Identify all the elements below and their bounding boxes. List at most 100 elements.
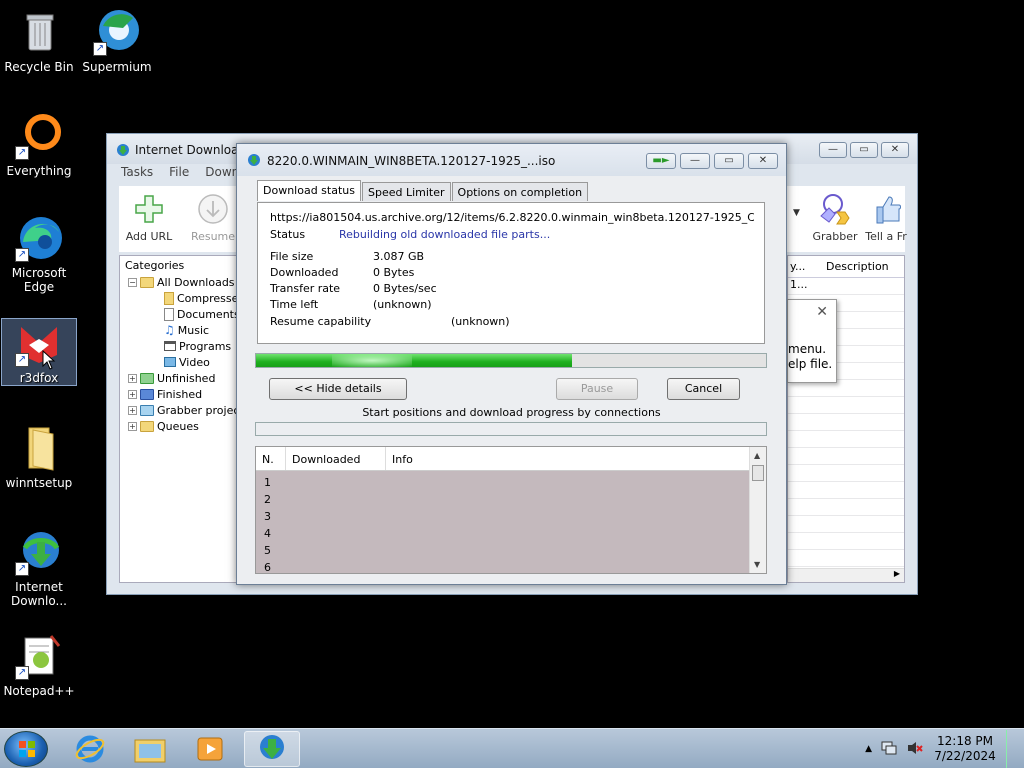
start-button[interactable] xyxy=(4,731,48,767)
maximize-button[interactable]: ▭ xyxy=(714,153,744,169)
file-size-label: File size xyxy=(270,250,314,263)
list-cell: 1... xyxy=(790,278,808,291)
desktop-icon-label: winntsetup xyxy=(5,476,73,490)
cancel-button[interactable]: Cancel xyxy=(667,378,740,400)
recycle-bin-icon xyxy=(15,8,63,56)
taskbar-file-explorer[interactable] xyxy=(122,731,178,767)
resume-button[interactable]: Resume xyxy=(183,192,243,243)
tree-item-label: Finished xyxy=(157,387,203,401)
download-arrow-icon xyxy=(183,192,243,226)
scroll-up-icon[interactable]: ▲ xyxy=(754,451,760,460)
tab-download-status[interactable]: Download status xyxy=(257,180,361,201)
arrow-right-icon: ▬► xyxy=(652,155,670,166)
column-header-info[interactable]: Info xyxy=(386,447,756,470)
shortcut-arrow-icon: ↗ xyxy=(15,666,29,680)
pause-button[interactable]: Pause xyxy=(556,378,638,400)
zip-icon xyxy=(164,291,174,305)
dropdown-arrow-icon[interactable]: ▼ xyxy=(793,208,800,218)
desktop-icon-internet-download-manager[interactable]: ↗ Internet Downlo... xyxy=(1,528,77,608)
show-desktop-button[interactable] xyxy=(1006,730,1018,768)
minimize-button[interactable]: — xyxy=(680,153,710,169)
send-to-tray-button[interactable]: ▬► xyxy=(646,153,676,169)
close-button[interactable]: ✕ xyxy=(748,153,778,169)
tree-item-music[interactable]: ♫ Music xyxy=(164,322,209,338)
idm-icon xyxy=(116,143,130,160)
tell-a-friend-label: Tell a Fr xyxy=(865,230,907,243)
tree-item-grabber-projects[interactable]: + Grabber projec xyxy=(128,402,239,418)
downloads-list-header: y... Description xyxy=(788,256,904,278)
expand-icon[interactable]: + xyxy=(128,405,137,415)
desktop-icon-microsoft-edge[interactable]: ↗ Microsoft Edge xyxy=(1,214,77,294)
taskbar-internet-download-manager[interactable] xyxy=(244,731,300,767)
menu-file[interactable]: File xyxy=(169,165,189,179)
column-header-number[interactable]: N. xyxy=(256,447,286,470)
tree-item-programs[interactable]: Programs xyxy=(164,338,231,354)
tree-item-documents[interactable]: Documents xyxy=(164,306,240,322)
progress-glow xyxy=(332,354,413,367)
tree-item-finished[interactable]: + Finished xyxy=(128,386,202,402)
connections-table[interactable]: N. Downloaded Info 1 2 3 4 5 6 ▲ ▼ xyxy=(255,446,767,574)
program-window-icon xyxy=(164,341,176,351)
scroll-down-icon[interactable]: ▼ xyxy=(754,560,760,569)
table-row[interactable]: 5 xyxy=(264,544,271,557)
close-icon[interactable]: ✕ xyxy=(816,304,828,320)
download-progress-dialog[interactable]: 8220.0.WINMAIN_WIN8BETA.120127-1925_...i… xyxy=(236,143,787,585)
download-url: https://ia801504.us.archive.org/12/items… xyxy=(270,211,754,224)
taskbar-clock[interactable]: 12:18 PM 7/22/2024 xyxy=(932,734,998,764)
network-icon[interactable] xyxy=(880,740,898,759)
show-hidden-icons-icon[interactable]: ▲ xyxy=(865,744,872,754)
horizontal-scrollbar[interactable]: ▶ xyxy=(788,568,904,582)
windows-logo-icon xyxy=(19,741,35,757)
close-button[interactable]: ✕ xyxy=(881,142,909,158)
desktop-icon-supermium[interactable]: ↗ Supermium xyxy=(79,8,155,74)
download-status-panel: https://ia801504.us.archive.org/12/items… xyxy=(257,202,765,344)
tell-a-friend-button[interactable]: Tell a Fr xyxy=(865,192,907,243)
volume-muted-icon[interactable] xyxy=(906,740,924,759)
folder-open-icon xyxy=(140,276,154,288)
expand-icon[interactable]: + xyxy=(128,373,137,383)
tree-item-video[interactable]: Video xyxy=(164,354,210,370)
menu-tasks[interactable]: Tasks xyxy=(121,165,153,179)
desktop-icon-everything[interactable]: ↗ Everything xyxy=(1,112,77,178)
desktop-icon-r3dfox[interactable]: ↗ r3dfox xyxy=(1,318,77,386)
expand-icon[interactable]: + xyxy=(128,421,137,431)
table-row[interactable]: 3 xyxy=(264,510,271,523)
tree-item-all-downloads[interactable]: − All Downloads xyxy=(128,274,235,290)
tree-item-compressed[interactable]: Compresse xyxy=(164,290,238,306)
scrollbar-thumb[interactable] xyxy=(752,465,764,481)
minimize-button[interactable]: — xyxy=(819,142,847,158)
supermium-icon: ↗ xyxy=(93,8,141,56)
taskbar-media-player[interactable] xyxy=(182,731,238,767)
desktop-icon-recycle-bin[interactable]: Recycle Bin xyxy=(1,8,77,74)
tab-options-on-completion[interactable]: Options on completion xyxy=(451,182,589,201)
column-header-description[interactable]: Description xyxy=(820,256,895,277)
table-row[interactable]: 6 xyxy=(264,561,271,573)
hide-details-button[interactable]: << Hide details xyxy=(269,378,407,400)
tab-speed-limiter[interactable]: Speed Limiter xyxy=(361,182,451,201)
tree-item-label: Video xyxy=(179,355,210,369)
vertical-scrollbar[interactable]: ▲ ▼ xyxy=(749,447,766,573)
table-row[interactable]: 2 xyxy=(264,493,271,506)
scroll-right-icon[interactable]: ▶ xyxy=(894,569,900,578)
maximize-button[interactable]: ▭ xyxy=(850,142,878,158)
thumbs-up-icon xyxy=(865,192,907,226)
desktop-icon-notepad-plus-plus[interactable]: ↗ Notepad++ xyxy=(1,632,77,698)
tree-item-queues[interactable]: + Queues xyxy=(128,418,199,434)
taskbar-internet-explorer[interactable] xyxy=(62,731,118,767)
collapse-icon[interactable]: − xyxy=(128,277,137,287)
file-size-row: File size 3.087 GB xyxy=(270,250,424,263)
expand-icon[interactable]: + xyxy=(128,389,137,399)
idm-icon: ↗ xyxy=(15,528,63,576)
table-row[interactable]: 1 xyxy=(264,476,271,489)
tree-item-unfinished[interactable]: + Unfinished xyxy=(128,370,215,386)
grabber-button[interactable]: Grabber xyxy=(805,192,865,243)
desktop-icon-label: Notepad++ xyxy=(3,684,75,698)
desktop-icon-label: r3dfox xyxy=(19,371,59,385)
shortcut-arrow-icon: ↗ xyxy=(93,42,107,56)
column-header-type[interactable]: y... xyxy=(788,256,820,277)
add-url-button[interactable]: Add URL xyxy=(119,192,179,243)
table-row[interactable]: 4 xyxy=(264,527,271,540)
column-header-downloaded[interactable]: Downloaded xyxy=(286,447,386,470)
folder-icon xyxy=(140,420,154,432)
desktop-icon-winntsetup[interactable]: winntsetup xyxy=(1,424,77,490)
